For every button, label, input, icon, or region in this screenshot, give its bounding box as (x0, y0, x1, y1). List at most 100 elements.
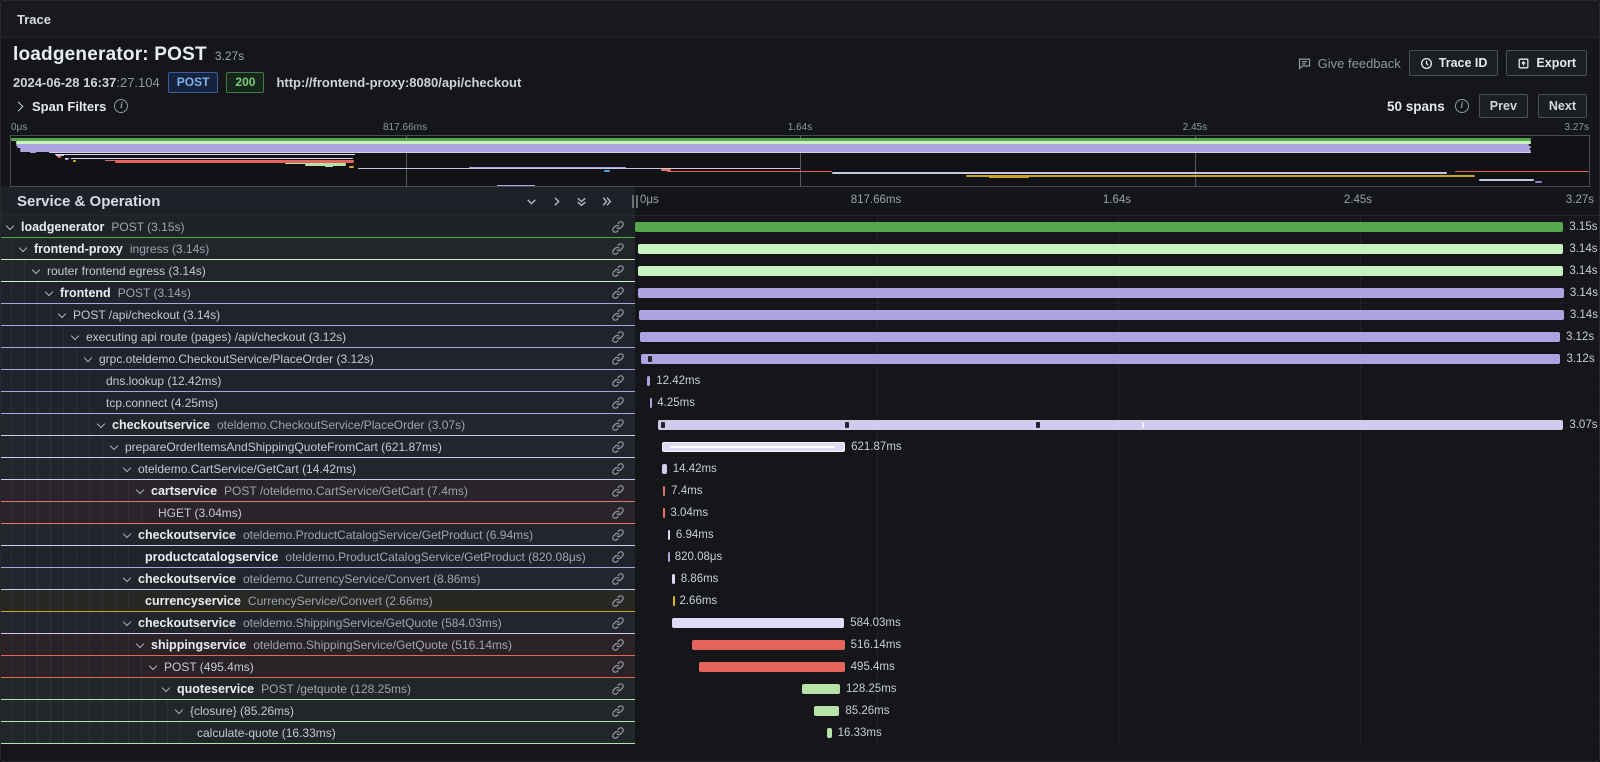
span-link-icon[interactable] (611, 308, 625, 325)
span-link-icon[interactable] (611, 286, 625, 303)
span-link-icon[interactable] (611, 484, 625, 501)
span-row[interactable]: {closure} (85.26ms)85.26ms (1, 700, 1599, 722)
expand-chevron-icon[interactable] (136, 486, 144, 494)
span-row[interactable]: POST /api/checkout (3.14s)3.14s (1, 304, 1599, 326)
column-resize-handle[interactable] (632, 195, 638, 208)
span-duration-bar[interactable] (641, 354, 1561, 364)
span-duration-bar[interactable] (662, 442, 845, 452)
span-row[interactable]: grpc.oteldemo.CheckoutService/PlaceOrder… (1, 348, 1599, 370)
span-row[interactable]: oteldemo.CartService/GetCart (14.42ms)14… (1, 458, 1599, 480)
span-link-icon[interactable] (611, 726, 625, 743)
span-row[interactable]: prepareOrderItemsAndShippingQuoteFromCar… (1, 436, 1599, 458)
span-row[interactable]: frontend-proxyingress (3.14s)3.14s (1, 238, 1599, 260)
expand-chevron-icon[interactable] (58, 310, 66, 318)
export-button[interactable]: Export (1506, 50, 1587, 76)
expand-chevron-icon[interactable] (110, 442, 118, 450)
span-row[interactable]: tcp.connect (4.25ms)4.25ms (1, 392, 1599, 414)
span-duration-bar[interactable] (638, 244, 1563, 254)
span-duration-bar[interactable] (638, 288, 1563, 298)
span-duration-bar[interactable] (673, 596, 675, 606)
span-duration-bar[interactable] (662, 464, 666, 474)
span-duration-bar[interactable] (663, 508, 665, 518)
expand-chevron-icon[interactable] (6, 222, 14, 230)
span-row[interactable]: POST (495.4ms)495.4ms (1, 656, 1599, 678)
span-duration-bar[interactable] (650, 398, 652, 408)
span-row[interactable]: checkoutserviceoteldemo.CheckoutService/… (1, 414, 1599, 436)
span-link-icon[interactable] (611, 352, 625, 369)
span-row[interactable]: quoteservicePOST /getquote (128.25ms)128… (1, 678, 1599, 700)
info-icon[interactable]: i (114, 99, 128, 113)
span-row[interactable]: shippingserviceoteldemo.ShippingService/… (1, 634, 1599, 656)
span-duration-bar[interactable] (668, 530, 670, 540)
expand-all-icon[interactable] (600, 195, 613, 208)
span-row[interactable]: dns.lookup (12.42ms)12.42ms (1, 370, 1599, 392)
expand-chevron-icon[interactable] (45, 288, 53, 296)
expand-chevron-icon[interactable] (84, 354, 92, 362)
span-duration-bar[interactable] (635, 222, 1563, 232)
span-link-icon[interactable] (611, 528, 625, 545)
span-link-icon[interactable] (611, 704, 625, 721)
span-link-icon[interactable] (611, 242, 625, 259)
span-duration-bar[interactable] (802, 684, 840, 694)
span-duration-bar[interactable] (640, 332, 1560, 342)
expand-chevron-icon[interactable] (97, 420, 105, 428)
span-row[interactable]: currencyserviceCurrencyService/Convert (… (1, 590, 1599, 612)
span-duration-bar[interactable] (668, 552, 670, 562)
span-duration-bar[interactable] (672, 618, 845, 628)
expand-chevron-icon[interactable] (123, 464, 131, 472)
span-row[interactable]: calculate-quote (16.33ms)16.33ms (1, 722, 1599, 744)
minimap-canvas[interactable] (10, 135, 1590, 187)
span-link-icon[interactable] (611, 638, 625, 655)
expand-chevron-icon[interactable] (71, 332, 79, 340)
expand-one-icon[interactable] (550, 195, 563, 208)
span-link-icon[interactable] (611, 462, 625, 479)
span-filters-toggle[interactable]: Span Filters i (13, 99, 128, 114)
span-link-icon[interactable] (611, 418, 625, 435)
prev-button[interactable]: Prev (1479, 94, 1528, 118)
span-duration-bar[interactable] (672, 574, 675, 584)
span-duration-bar[interactable] (647, 376, 651, 386)
span-duration-bar[interactable] (814, 706, 839, 716)
span-link-icon[interactable] (611, 330, 625, 347)
span-link-icon[interactable] (611, 440, 625, 457)
span-row[interactable]: productcatalogserviceoteldemo.ProductCat… (1, 546, 1599, 568)
span-row[interactable]: cartservicePOST /oteldemo.CartService/Ge… (1, 480, 1599, 502)
expand-chevron-icon[interactable] (19, 244, 27, 252)
expand-chevron-icon[interactable] (32, 266, 40, 274)
span-row[interactable]: checkoutserviceoteldemo.CurrencyService/… (1, 568, 1599, 590)
span-duration-bar[interactable] (663, 486, 665, 496)
span-row[interactable]: loadgeneratorPOST (3.15s)3.15s (1, 216, 1599, 238)
span-duration-bar[interactable] (827, 728, 832, 738)
span-duration-bar[interactable] (639, 310, 1564, 320)
span-row[interactable]: checkoutserviceoteldemo.ShippingService/… (1, 612, 1599, 634)
span-link-icon[interactable] (611, 220, 625, 237)
span-link-icon[interactable] (611, 660, 625, 677)
next-button[interactable]: Next (1538, 94, 1587, 118)
span-link-icon[interactable] (611, 682, 625, 699)
expand-chevron-icon[interactable] (123, 574, 131, 582)
expand-chevron-icon[interactable] (162, 684, 170, 692)
expand-chevron-icon[interactable] (123, 618, 131, 626)
collapse-all-icon[interactable] (575, 195, 588, 208)
span-duration-bar[interactable] (658, 420, 1563, 430)
trace-id-button[interactable]: Trace ID (1409, 50, 1499, 76)
span-row[interactable]: executing api route (pages) /api/checkou… (1, 326, 1599, 348)
span-link-icon[interactable] (611, 374, 625, 391)
span-link-icon[interactable] (611, 594, 625, 611)
span-duration-bar[interactable] (699, 662, 845, 672)
span-link-icon[interactable] (611, 572, 625, 589)
span-link-icon[interactable] (611, 506, 625, 523)
span-link-icon[interactable] (611, 616, 625, 633)
span-row[interactable]: frontendPOST (3.14s)3.14s (1, 282, 1599, 304)
span-link-icon[interactable] (611, 550, 625, 567)
span-row[interactable]: router frontend egress (3.14s)3.14s (1, 260, 1599, 282)
span-link-icon[interactable] (611, 396, 625, 413)
expand-chevron-icon[interactable] (175, 706, 183, 714)
span-row[interactable]: checkoutserviceoteldemo.ProductCatalogSe… (1, 524, 1599, 546)
expand-chevron-icon[interactable] (149, 662, 157, 670)
info-icon[interactable]: i (1455, 99, 1469, 113)
span-duration-bar[interactable] (638, 266, 1563, 276)
collapse-one-icon[interactable] (525, 195, 538, 208)
give-feedback-link[interactable]: Give feedback (1297, 56, 1401, 71)
span-row[interactable]: HGET (3.04ms)3.04ms (1, 502, 1599, 524)
